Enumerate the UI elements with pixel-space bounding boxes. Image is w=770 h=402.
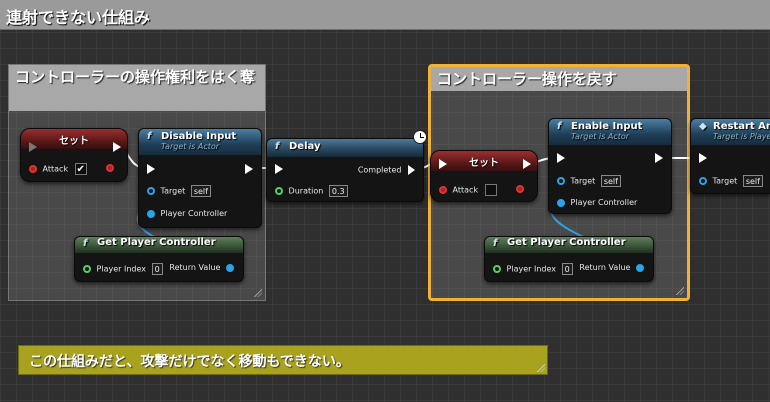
exec-in-pin[interactable] [699, 153, 707, 163]
attack-checkbox[interactable] [484, 184, 497, 196]
pin-label: Return Value [579, 263, 631, 272]
player-index-value[interactable]: 0 [151, 263, 163, 275]
exec-out-pin[interactable] [113, 142, 121, 152]
player-index-pin-icon[interactable] [83, 265, 91, 273]
target-pin-icon[interactable] [147, 187, 155, 195]
function-icon: f [83, 238, 88, 249]
function-icon: f [557, 121, 562, 132]
return-value-pin-icon[interactable] [636, 263, 644, 272]
node-title: Disable Input [161, 131, 237, 142]
get-player-controller-node[interactable]: f Get Player Controller Player Index 0 R… [484, 236, 654, 282]
function-icon: f [147, 131, 152, 142]
attack-checkbox[interactable]: ✔ [74, 163, 87, 175]
return-value-pin-icon[interactable] [226, 263, 234, 272]
pin-label: Attack [42, 164, 69, 174]
node-subtitle: Target is Actor [571, 132, 630, 141]
event-diamond-icon: ◆ [699, 121, 707, 132]
pin-label: Target [712, 176, 738, 186]
pin-label: Attack [452, 185, 479, 195]
delay-node[interactable]: f Delay Completed Duration 0.3 [266, 138, 424, 202]
pin-label: Player Index [506, 264, 557, 274]
disable-input-node[interactable]: f Disable Input Target is Actor Target s… [138, 128, 262, 228]
bool-pin-icon[interactable] [29, 165, 37, 173]
enable-input-node[interactable]: f Enable Input Target is Actor Target se… [548, 118, 672, 214]
target-value[interactable]: self [742, 175, 763, 187]
bool-out-pin-icon[interactable] [516, 184, 524, 193]
pin-label: Target [160, 186, 186, 196]
node-subtitle: Target is Actor [161, 142, 220, 151]
exec-in-pin[interactable] [29, 142, 37, 152]
graph-title-bar: 連射できない仕組み [0, 0, 770, 30]
player-controller-pin-icon[interactable] [147, 209, 155, 218]
exec-out-pin[interactable] [408, 165, 415, 175]
exec-out-pin[interactable] [523, 159, 531, 169]
exec-out-pin[interactable] [245, 164, 253, 174]
resize-handle[interactable] [676, 287, 684, 295]
bool-pin-icon[interactable] [439, 186, 447, 194]
player-controller-pin-icon[interactable] [557, 198, 565, 207]
pin-label: Return Value [169, 263, 221, 272]
note-comment[interactable]: この仕組みだと、攻撃だけでなく移動もできない。 [18, 345, 548, 375]
node-title: Get Player Controller [507, 237, 626, 248]
set-node-attack-true[interactable]: セット Attack ✔ [20, 128, 128, 182]
bool-out-pin-icon[interactable] [106, 163, 114, 172]
exec-in-pin[interactable] [147, 164, 155, 174]
restart-anim-node[interactable]: ◆ Restart Anim Target is Player S Target… [690, 118, 770, 194]
note-text: この仕組みだと、攻撃だけでなく移動もできない。 [29, 354, 350, 370]
graph-title: 連射できない仕組み [6, 8, 151, 27]
pin-label: Player Controller [160, 209, 228, 218]
player-index-value[interactable]: 0 [561, 263, 573, 275]
exec-out-pin[interactable] [655, 153, 663, 163]
set-node-attack-false[interactable]: セット Attack [430, 150, 538, 202]
resize-handle[interactable] [254, 289, 262, 297]
resize-handle[interactable] [537, 364, 545, 372]
target-value[interactable]: self [190, 185, 211, 197]
node-title: Delay [289, 141, 321, 152]
function-icon: f [275, 141, 280, 152]
duration-value[interactable]: 0.3 [328, 185, 348, 197]
pin-label: Player Index [96, 264, 147, 274]
node-title: Get Player Controller [97, 237, 216, 248]
function-icon: f [493, 238, 498, 249]
exec-in-pin[interactable] [557, 153, 565, 163]
pin-label: Completed [357, 165, 402, 175]
exec-in-pin[interactable] [275, 164, 283, 174]
player-index-pin-icon[interactable] [493, 265, 501, 273]
duration-pin-icon[interactable] [275, 187, 283, 195]
target-value[interactable]: self [600, 175, 621, 187]
pin-label: Target [570, 176, 596, 186]
pin-label: Player Controller [570, 198, 638, 207]
comment-title[interactable]: コントローラーの操作権利をはく奪 [9, 65, 265, 111]
node-title: Restart Anim [713, 121, 770, 132]
node-title: Enable Input [571, 121, 643, 132]
target-pin-icon[interactable] [699, 177, 707, 185]
get-player-controller-node[interactable]: f Get Player Controller Player Index 0 R… [74, 236, 244, 282]
comment-title[interactable]: コントローラー操作を戻す [431, 67, 687, 91]
pin-label: Duration [288, 186, 324, 196]
target-pin-icon[interactable] [557, 177, 565, 185]
exec-in-pin[interactable] [439, 159, 447, 169]
latent-clock-icon [413, 130, 427, 144]
node-subtitle: Target is Player S [713, 132, 770, 141]
